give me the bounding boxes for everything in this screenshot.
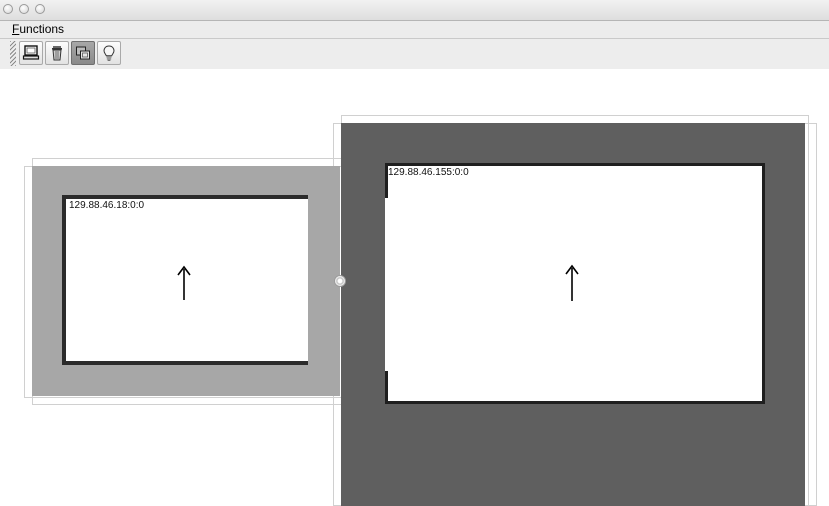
lightbulb-button[interactable] [97,41,121,65]
menu-functions[interactable]: Functions [12,22,64,36]
display-panel-left[interactable]: 129.88.46.18:0:0 [32,166,340,396]
screen-layout-canvas: 129.88.46.18:0:0 129.88.46.155:0:0 [0,69,829,506]
screen-right-bezel-bottom [385,371,388,401]
toolbar [0,39,829,69]
arrow-up-icon [565,264,579,301]
arrow-up-icon [177,265,191,300]
screen-link-handle[interactable] [334,275,346,287]
window-titlebar [0,0,829,21]
screen-right-label: 129.88.46.155:0:0 [388,167,469,178]
minimize-icon[interactable] [19,4,29,14]
screen-left[interactable]: 129.88.46.18:0:0 [62,195,308,365]
toolbar-grip[interactable] [10,41,16,66]
zoom-icon[interactable] [35,4,45,14]
overlap-windows-button[interactable] [71,41,95,65]
menu-functions-label: unctions [19,22,65,36]
computer-button[interactable] [19,41,43,65]
menu-bar: Functions [0,21,829,39]
trash-icon [52,46,62,61]
close-icon[interactable] [3,4,13,14]
computer-icon [22,45,40,60]
trash-button[interactable] [45,41,69,65]
screen-left-label: 129.88.46.18:0:0 [69,200,145,211]
overlap-windows-icon [76,46,90,60]
lightbulb-icon [103,45,115,61]
display-panel-right[interactable]: 129.88.46.155:0:0 [341,123,805,506]
screen-right[interactable]: 129.88.46.155:0:0 [385,163,765,404]
